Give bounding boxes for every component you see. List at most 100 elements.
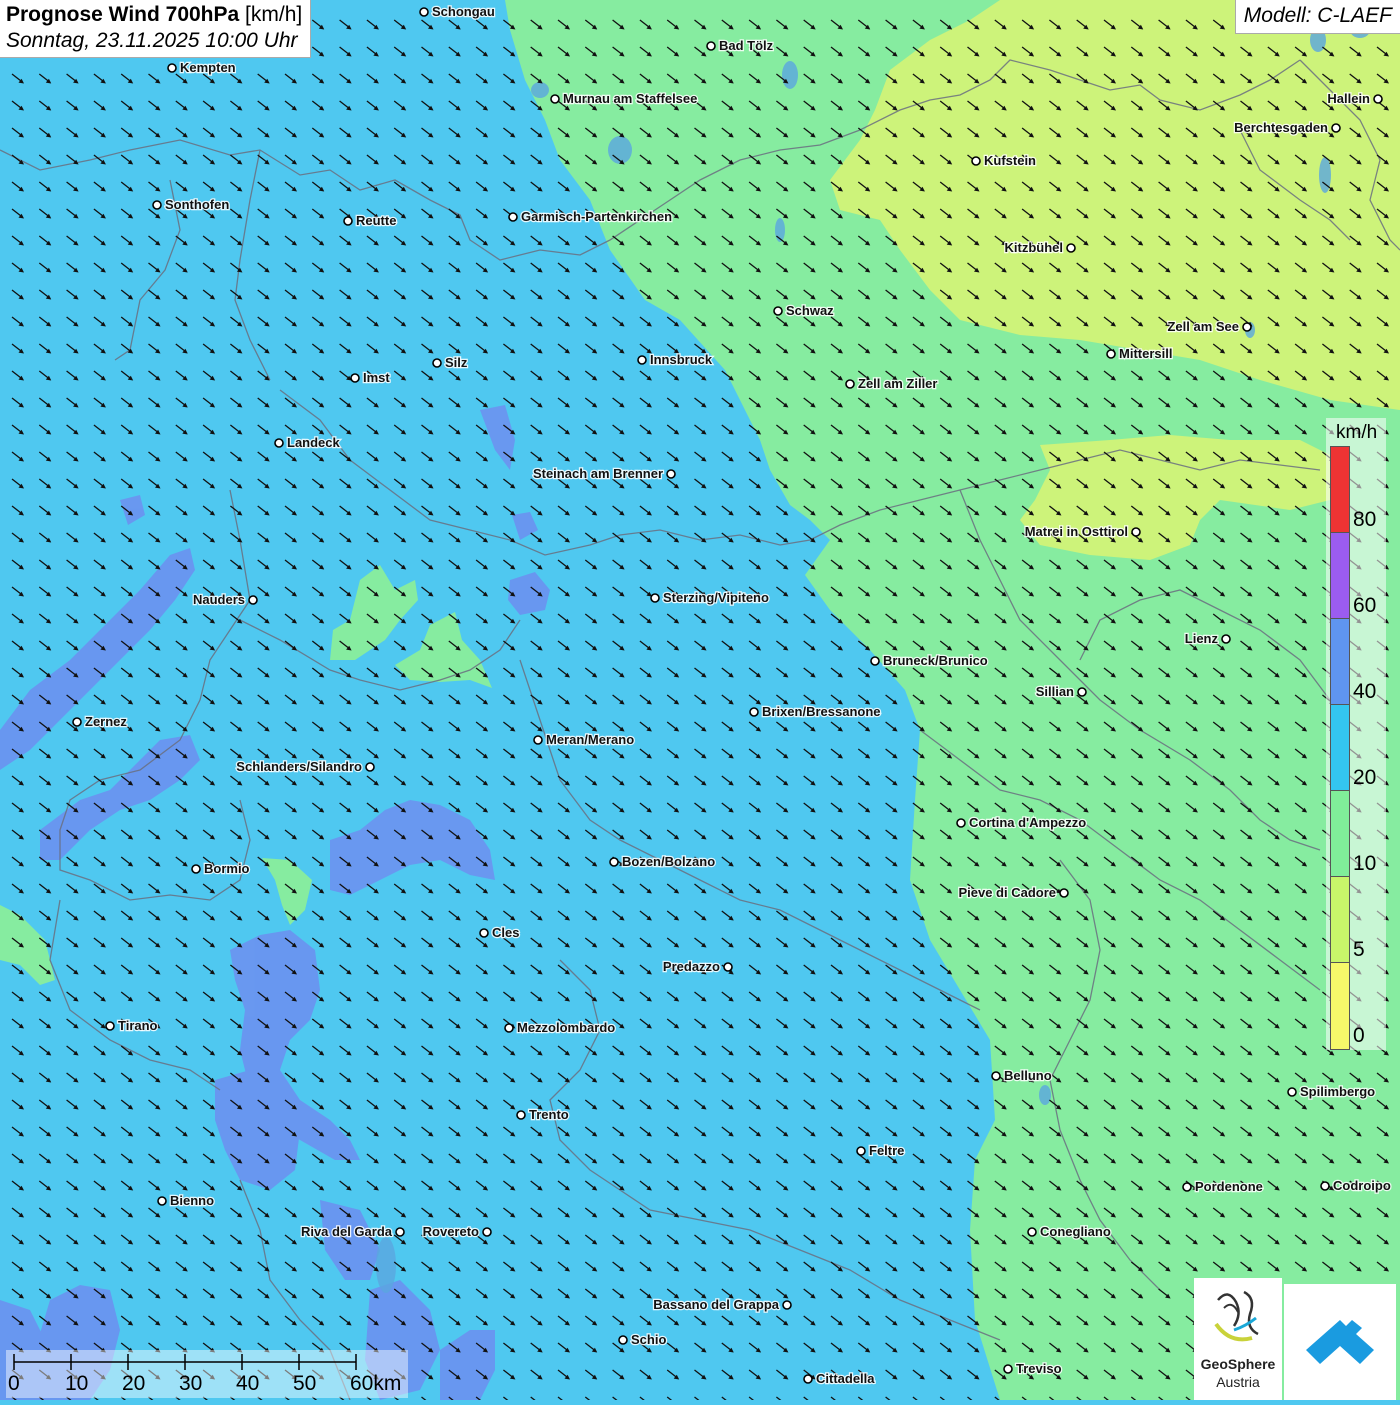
city-marker[interactable]: Pordenone (1183, 1179, 1263, 1194)
city-dot (420, 8, 428, 16)
legend-tick-label: 5 (1353, 938, 1365, 962)
warn-app-arrow-icon (1284, 1284, 1396, 1400)
city-marker[interactable]: Sterzing/Vipiteno (651, 590, 769, 605)
city-marker[interactable]: Riva del Garda (301, 1224, 404, 1239)
city-dot (1288, 1088, 1296, 1096)
city-label: Kitzbühel (1005, 240, 1064, 255)
legend-segment (1331, 705, 1349, 791)
city-marker[interactable]: Zell am See (1167, 319, 1251, 334)
city-label: Riva del Garda (301, 1224, 393, 1239)
city-label: Bruneck/Brunico (883, 653, 988, 668)
wind-forecast-map[interactable]: SchongauKemptenBad TölzMurnau am Staffel… (0, 0, 1400, 1400)
city-dot (638, 356, 646, 364)
city-marker[interactable]: Conegliano (1028, 1224, 1111, 1239)
city-marker[interactable]: Cortina d'Ampezzo (957, 815, 1086, 830)
city-label: Lienz (1185, 631, 1219, 646)
forecast-date: Sonntag, 23.11.2025 10:00 Uhr (6, 29, 302, 53)
legend-segment (1331, 963, 1349, 1049)
city-label: Feltre (869, 1143, 904, 1158)
legend-segment (1331, 877, 1349, 963)
city-dot (992, 1072, 1000, 1080)
city-dot (396, 1228, 404, 1236)
city-dot (1332, 124, 1340, 132)
color-legend: km/h 806040201050 (1326, 418, 1386, 1050)
city-dot (1004, 1365, 1012, 1373)
city-dot (1222, 635, 1230, 643)
city-label: Mittersill (1119, 346, 1172, 361)
city-label: Pordenone (1195, 1179, 1263, 1194)
city-marker[interactable]: Schlanders/Silandro (236, 759, 374, 774)
city-dot (483, 1228, 491, 1236)
city-label: Brixen/Bressanone (762, 704, 881, 719)
city-label: Zell am Ziller (858, 376, 937, 391)
geosphere-swirl-icon (1194, 1278, 1282, 1356)
legend-tick-label: 10 (1353, 852, 1376, 876)
city-dot (1183, 1183, 1191, 1191)
scale-label: 30 (179, 1372, 202, 1396)
city-dot (73, 718, 81, 726)
city-dot (774, 307, 782, 315)
city-dot (1132, 528, 1140, 536)
city-label: Predazzo (663, 959, 720, 974)
city-label: Sonthofen (165, 197, 229, 212)
city-label: Kempten (180, 60, 236, 75)
city-marker[interactable]: Brixen/Bressanone (750, 704, 881, 719)
city-dot (667, 470, 675, 478)
city-dot (1067, 244, 1075, 252)
city-marker[interactable]: Berchtesgaden (1234, 120, 1340, 135)
city-marker[interactable]: Garmisch-Partenkirchen (509, 209, 672, 224)
warn-app-logo[interactable] (1284, 1284, 1396, 1400)
city-marker[interactable]: Steinach am Brenner (533, 466, 675, 481)
legend-tick-label: 80 (1353, 508, 1376, 532)
city-label: Cittadella (816, 1371, 875, 1386)
city-marker[interactable]: Murnau am Staffelsee (551, 91, 697, 106)
city-dot (158, 1197, 166, 1205)
city-marker[interactable]: Bassano del Grappa (653, 1297, 791, 1312)
city-dot (366, 763, 374, 771)
scale-bar: 0102030405060km (6, 1350, 408, 1398)
legend-tick-label: 0 (1353, 1024, 1365, 1048)
legend-color-bar (1330, 446, 1350, 1050)
city-dot (351, 374, 359, 382)
city-marker[interactable]: Sonthofen (153, 197, 229, 212)
city-label: Innsbruck (650, 352, 713, 367)
legend-tick-label: 20 (1353, 766, 1376, 790)
title-main: Prognose Wind 700hPa (6, 3, 239, 26)
city-marker[interactable]: Zell am Ziller (846, 376, 937, 391)
city-dot (871, 657, 879, 665)
legend-unit: km/h (1336, 422, 1377, 444)
city-label: Schongau (432, 4, 495, 19)
city-label: Pieve di Cadore (958, 885, 1056, 900)
city-label: Bormio (204, 861, 250, 876)
city-marker[interactable]: Innsbruck (638, 352, 713, 367)
city-marker[interactable]: Spilimbergo (1288, 1084, 1375, 1099)
scale-label: 40 (236, 1372, 259, 1396)
model-label: Modell: C-LAEF (1235, 0, 1400, 34)
scale-label: 60km (350, 1372, 401, 1396)
city-marker[interactable]: Meran/Merano (534, 732, 634, 747)
city-dot (1374, 95, 1382, 103)
city-dot (1107, 350, 1115, 358)
geosphere-logo[interactable]: GeoSphere Austria (1194, 1278, 1282, 1400)
city-dot (651, 594, 659, 602)
scale-label: 0 (8, 1372, 20, 1396)
city-label: Hallein (1327, 91, 1370, 106)
city-marker[interactable]: Pieve di Cadore (958, 885, 1068, 900)
city-label: Nauders (193, 592, 245, 607)
city-label: Schio (631, 1332, 666, 1347)
city-label: Meran/Merano (546, 732, 634, 747)
legend-segment (1331, 533, 1349, 619)
city-dot (480, 929, 488, 937)
city-marker[interactable]: Bruneck/Brunico (871, 653, 988, 668)
legend-tick-label: 60 (1353, 594, 1376, 618)
city-label: Cles (492, 925, 519, 940)
city-marker[interactable]: Mezzolombardo (505, 1020, 615, 1035)
city-dot (619, 1336, 627, 1344)
city-dot (534, 736, 542, 744)
city-label: Garmisch-Partenkirchen (521, 209, 672, 224)
legend-segment (1331, 447, 1349, 533)
city-dot (750, 708, 758, 716)
city-marker[interactable]: Bozen/Bolzano (610, 854, 715, 869)
city-marker[interactable]: Matrei in Osttirol (1025, 524, 1140, 539)
city-marker[interactable]: Schongau (420, 4, 495, 19)
